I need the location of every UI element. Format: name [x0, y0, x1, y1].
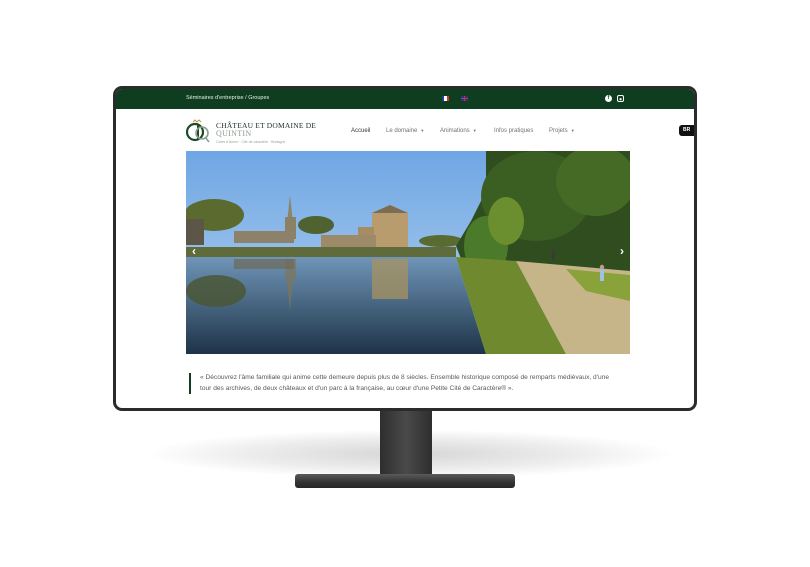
caret-down-icon: ▼ [570, 128, 575, 133]
mockup-stage: Séminaires d'entreprise / Groupes f ◉ CH… [0, 0, 810, 567]
nav-item-le-domaine[interactable]: Le domaine ▼ [386, 128, 424, 134]
caret-down-icon: ▼ [472, 128, 477, 133]
chevron-left-icon[interactable]: ‹ [189, 244, 199, 258]
monitor-stand-neck [380, 410, 432, 480]
logo-tagline: Côtes d'Armor · Cité de caractère · Bret… [216, 140, 286, 144]
nav-item-label: Accueil [351, 128, 371, 134]
side-tab-button[interactable]: BR [679, 125, 694, 136]
facebook-icon[interactable]: f [605, 95, 612, 102]
nav-item-accueil[interactable]: Accueil [351, 128, 370, 134]
caret-down-icon: ▼ [420, 128, 425, 133]
flag-uk-icon[interactable] [461, 96, 468, 101]
nav-item-label: Le domaine [386, 128, 418, 134]
chevron-right-icon[interactable]: › [617, 244, 627, 258]
monitor-stand-base [295, 474, 515, 488]
main-nav: Accueil Le domaine ▼ Animations ▼ Infos pr… [116, 128, 694, 138]
intro-text: « Découvrez l'âme familiale qui anime ce… [200, 374, 609, 392]
nav-item-infos-pratiques[interactable]: Infos pratiques [494, 128, 533, 134]
monitor-frame: Séminaires d'entreprise / Groupes f ◉ CH… [113, 86, 697, 411]
nav-item-label: Animations [440, 128, 470, 134]
website-screen: Séminaires d'entreprise / Groupes f ◉ CH… [116, 89, 694, 408]
intro-quote: « Découvrez l'âme familiale qui anime ce… [189, 373, 619, 394]
instagram-icon[interactable]: ◉ [617, 95, 624, 102]
hero-image [186, 151, 630, 354]
nav-item-projets[interactable]: Projets ▼ [549, 128, 575, 134]
nav-item-label: Infos pratiques [494, 128, 534, 134]
hero-slider[interactable]: ‹ › [186, 151, 630, 354]
nav-item-label: Projets [549, 128, 568, 134]
groups-link[interactable]: Séminaires d'entreprise / Groupes [186, 95, 269, 101]
nav-item-animations[interactable]: Animations ▼ [440, 128, 477, 134]
flag-france-icon[interactable] [442, 96, 449, 101]
top-bar: Séminaires d'entreprise / Groupes f ◉ [116, 89, 694, 109]
